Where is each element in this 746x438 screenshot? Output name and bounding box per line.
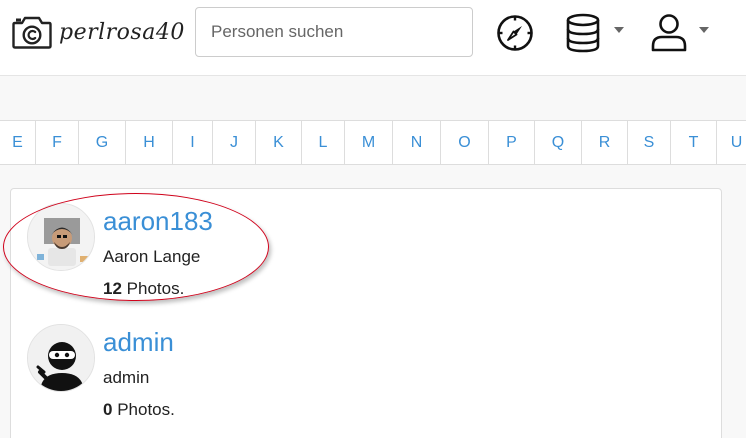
page: perlrosa40 E F G H I xyxy=(0,0,746,438)
letter-g[interactable]: G xyxy=(79,121,126,164)
brand-name[interactable]: perlrosa40 xyxy=(59,20,185,45)
photo-count-label: Photos. xyxy=(121,279,185,298)
letter-n[interactable]: N xyxy=(393,121,441,164)
letter-r[interactable]: R xyxy=(582,121,628,164)
ninja-avatar-icon xyxy=(28,325,94,391)
camera-copyright-icon xyxy=(12,16,52,49)
letter-u[interactable]: U xyxy=(717,121,746,164)
letter-l[interactable]: L xyxy=(302,121,345,164)
photo-count: 12 Photos. xyxy=(103,279,184,299)
letter-m[interactable]: M xyxy=(345,121,393,164)
username-link[interactable]: admin xyxy=(103,327,174,358)
user-fullname: admin xyxy=(103,368,150,387)
photo-count-label: Photos. xyxy=(112,400,175,419)
letter-t[interactable]: T xyxy=(671,121,717,164)
username-link[interactable]: aaron183 xyxy=(103,206,213,237)
alphabet-filter: E F G H I J K L M N O P Q R S T U xyxy=(0,120,746,165)
letter-h[interactable]: H xyxy=(126,121,173,164)
photo-count: 0 Photos. xyxy=(103,400,175,420)
user-avatar[interactable] xyxy=(27,324,95,392)
photo-count-number: 12 xyxy=(103,279,122,298)
user-avatar[interactable] xyxy=(27,203,95,271)
letter-j[interactable]: J xyxy=(213,121,256,164)
brand[interactable]: perlrosa40 xyxy=(12,14,185,50)
user-dropdown-caret[interactable] xyxy=(699,27,709,33)
database-dropdown-caret[interactable] xyxy=(614,27,624,33)
user-fullname: Aaron Lange xyxy=(103,247,201,266)
user-icon[interactable] xyxy=(650,13,688,53)
top-navbar: perlrosa40 xyxy=(0,0,746,76)
letter-i[interactable]: I xyxy=(173,121,213,164)
letter-k[interactable]: K xyxy=(256,121,302,164)
compass-icon[interactable] xyxy=(496,14,534,52)
search-input[interactable] xyxy=(195,7,473,57)
letter-q[interactable]: Q xyxy=(535,121,582,164)
letter-p[interactable]: P xyxy=(489,121,535,164)
database-icon[interactable] xyxy=(565,13,601,53)
letter-e[interactable]: E xyxy=(0,121,36,164)
letter-s[interactable]: S xyxy=(628,121,671,164)
letter-f[interactable]: F xyxy=(36,121,79,164)
person-photo-icon xyxy=(28,204,94,270)
letter-o[interactable]: O xyxy=(441,121,489,164)
